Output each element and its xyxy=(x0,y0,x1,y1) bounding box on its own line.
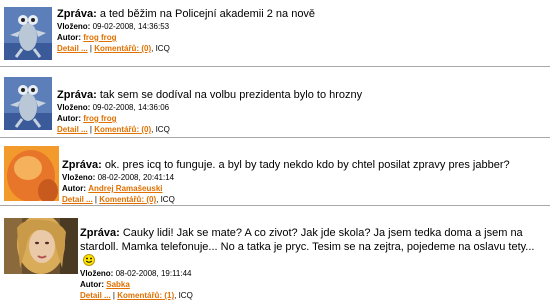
posted-date: 09-02-2008, 14:36:53 xyxy=(92,22,170,31)
post-links: Detail ... | Komentářů: (0), ICQ xyxy=(57,125,170,134)
post-body: Zpráva: Cauky lidi! Jak se mate? A co zi… xyxy=(80,226,546,301)
post: Zpráva: ok. pres icq to funguje. a byl b… xyxy=(0,138,550,206)
posted-line: Vloženo: 09-02-2008, 14:36:06 xyxy=(57,102,547,113)
posted-line: Vloženo: 08-02-2008, 20:41:14 xyxy=(62,172,547,183)
post: Zpráva: a ted běžim na Policejní akademi… xyxy=(0,0,550,67)
message-text: tak sem se dodíval na volbu prezidenta b… xyxy=(99,89,363,101)
author-label: Autor: xyxy=(57,33,81,42)
posted-line: Vloženo: 08-02-2008, 19:11:44 xyxy=(80,268,546,279)
author-label: Autor: xyxy=(57,114,81,123)
comments-link[interactable]: Komentářů: (0) xyxy=(94,44,151,53)
icq-label: ICQ xyxy=(155,125,170,134)
author-link[interactable]: frog frog xyxy=(83,114,116,123)
post-links: Detail ... | Komentářů: (0), ICQ xyxy=(57,44,170,53)
message-text: Cauky lidi! Jak se mate? A co zivot? Jak… xyxy=(80,227,535,253)
comments-link[interactable]: Komentářů: (0) xyxy=(99,195,156,204)
post-body: Zpráva: tak sem se dodíval na volbu prez… xyxy=(57,88,547,135)
posted-label: Vloženo: xyxy=(80,269,114,278)
posted-label: Vloženo: xyxy=(62,173,96,182)
message-text: ok. pres icq to funguje. a byl by tady n… xyxy=(104,159,510,171)
post: Zpráva: tak sem se dodíval na volbu prez… xyxy=(0,67,550,138)
author-line: Autor: frog frog xyxy=(57,32,547,43)
post: Zpráva: Cauky lidi! Jak se mate? A co zi… xyxy=(0,206,550,300)
posted-date: 08-02-2008, 20:41:14 xyxy=(97,173,175,182)
detail-link[interactable]: Detail ... xyxy=(57,44,88,53)
message-label: Zpráva: xyxy=(80,227,120,239)
comments-count: (0) xyxy=(146,195,157,204)
avatar[interactable] xyxy=(4,218,78,274)
avatar[interactable] xyxy=(4,7,52,60)
icq-label: ICQ xyxy=(178,291,193,300)
posted-date: 08-02-2008, 19:11:44 xyxy=(115,269,192,278)
blonde-woman-avatar-image xyxy=(4,218,78,274)
detail-link[interactable]: Detail ... xyxy=(62,195,93,204)
author-link[interactable]: frog frog xyxy=(83,33,116,42)
message-label: Zpráva: xyxy=(62,159,102,171)
posted-date: 09-02-2008, 14:36:06 xyxy=(92,103,170,112)
author-line: Autor: frog frog xyxy=(57,113,547,124)
message-text: a ted běžim na Policejní akademii 2 na n… xyxy=(99,8,316,20)
crazy-frog-avatar-image xyxy=(4,7,52,60)
avatar[interactable] xyxy=(4,77,52,130)
post-links: Detail ... | Komentářů: (1), ICQ xyxy=(80,291,193,300)
detail-link[interactable]: Detail ... xyxy=(57,125,88,134)
posted-label: Vloženo: xyxy=(57,22,91,31)
icq-label: ICQ xyxy=(160,195,175,204)
posted-label: Vloženo: xyxy=(57,103,91,112)
author-line: Autor: Sabka xyxy=(80,279,546,290)
posted-line: Vloženo: 09-02-2008, 14:36:53 xyxy=(57,21,547,32)
message-label: Zpráva: xyxy=(57,89,97,101)
author-line: Autor: Andrej Ramašeuski xyxy=(62,183,547,194)
post-body: Zpráva: a ted běžim na Policejní akademi… xyxy=(57,7,547,54)
message-line: Zpráva: ok. pres icq to funguje. a byl b… xyxy=(62,158,547,172)
comments-count: (1) xyxy=(164,291,175,300)
avatar[interactable] xyxy=(4,146,59,201)
comments-link[interactable]: Komentářů: (0) xyxy=(94,125,151,134)
bald-head-avatar-image xyxy=(4,146,59,201)
message-line: Zpráva: tak sem se dodíval na volbu prez… xyxy=(57,88,547,102)
post-body: Zpráva: ok. pres icq to funguje. a byl b… xyxy=(62,158,547,205)
comments-label: Komentářů: xyxy=(99,195,145,204)
post-links: Detail ... | Komentářů: (0), ICQ xyxy=(62,195,175,204)
smiley-icon xyxy=(83,254,95,266)
message-label: Zpráva: xyxy=(57,8,97,20)
comments-count: (0) xyxy=(141,125,152,134)
comments-link[interactable]: Komentářů: (1) xyxy=(117,291,174,300)
crazy-frog-avatar-image xyxy=(4,77,52,130)
comments-label: Komentářů: xyxy=(117,291,163,300)
message-line: Zpráva: a ted běžim na Policejní akademi… xyxy=(57,7,547,21)
icq-label: ICQ xyxy=(155,44,170,53)
author-link[interactable]: Andrej Ramašeuski xyxy=(88,184,162,193)
detail-link[interactable]: Detail ... xyxy=(80,291,111,300)
comments-label: Komentářů: xyxy=(94,44,140,53)
comments-count: (0) xyxy=(141,44,152,53)
message-line: Zpráva: Cauky lidi! Jak se mate? A co zi… xyxy=(80,226,546,268)
comments-label: Komentářů: xyxy=(94,125,140,134)
author-label: Autor: xyxy=(62,184,86,193)
